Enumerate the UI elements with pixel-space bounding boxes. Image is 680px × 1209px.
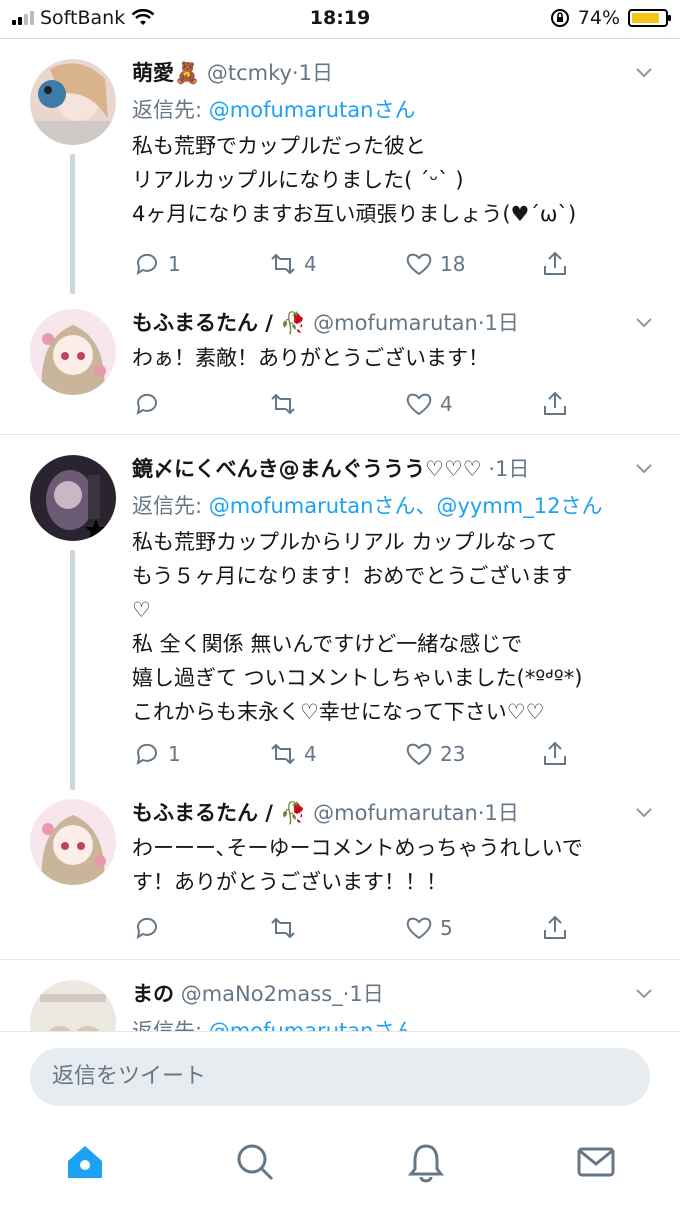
- tweet-actions: 1 4 23: [132, 739, 592, 773]
- reply-button[interactable]: [132, 389, 168, 419]
- display-name[interactable]: もふまるたん / 🥀: [132, 311, 306, 335]
- avatar[interactable]: [30, 799, 116, 885]
- display-name[interactable]: 鏡〆にくべんき@まんぐううう♡♡♡: [132, 457, 482, 481]
- tweet-actions: 4: [132, 389, 592, 423]
- retweet-button[interactable]: [268, 389, 304, 419]
- avatar[interactable]: [30, 309, 116, 395]
- rotation-lock-icon: [550, 9, 569, 27]
- tweet-text: わーーー､そーゆーコメントめっちゃうれしいで す！ありがとうございます！！！: [132, 836, 583, 894]
- retweet-icon: [271, 917, 295, 939]
- tweet[interactable]: まの @maNo2mass_·1日 返信先: @mofumarutanさん: [0, 960, 680, 1031]
- like-button[interactable]: 4: [404, 389, 453, 419]
- like-button[interactable]: 23: [404, 739, 465, 769]
- timestamp: 1日: [484, 311, 519, 335]
- tweet-actions: 1 4 18: [132, 249, 592, 283]
- share-button[interactable]: [540, 389, 570, 419]
- reply-icon: [136, 743, 157, 766]
- reply-button[interactable]: [132, 913, 168, 943]
- mention-link[interactable]: @mofumarutanさん: [209, 98, 416, 122]
- timestamp: 1日: [495, 457, 530, 481]
- user-handle[interactable]: @mofumarutan: [313, 311, 478, 335]
- timestamp: 1日: [349, 982, 384, 1006]
- mail-icon[interactable]: [575, 1141, 617, 1183]
- chevron-down-icon[interactable]: [636, 461, 652, 477]
- heart-icon: [406, 743, 432, 766]
- timestamp: 1日: [484, 801, 519, 825]
- bell-icon[interactable]: [405, 1141, 447, 1183]
- tweet-text: 私も荒野でカップルだった彼と リアルカップルになりました( ´ᵕ` ) 4ヶ月に…: [132, 134, 577, 226]
- tweet-text: わぁ！素敵！ありがとうございます！: [132, 346, 489, 370]
- share-icon: [544, 251, 566, 275]
- retweet-icon: [271, 743, 295, 765]
- avatar[interactable]: [30, 59, 116, 145]
- status-bar: SoftBank 18:19 74%: [0, 0, 680, 38]
- heart-icon: [406, 393, 432, 416]
- tweet[interactable]: もふまるたん / 🥀 @mofumarutan·1日 わぁ！素敵！ありがとうござ…: [0, 289, 680, 434]
- retweet-button[interactable]: 4: [268, 249, 317, 279]
- retweet-icon: [271, 393, 295, 415]
- tweet[interactable]: 鏡〆にくべんき@まんぐううう♡♡♡ ·1日 返信先: @mofumarutanさ…: [0, 435, 680, 790]
- display-name[interactable]: まの: [132, 982, 174, 1006]
- reply-context: 返信先: @mofumarutanさん: [132, 98, 416, 122]
- heart-icon: [406, 917, 432, 940]
- chevron-down-icon[interactable]: [636, 65, 652, 81]
- share-button[interactable]: [540, 913, 570, 943]
- mention-link[interactable]: @mofumarutanさん: [209, 1019, 416, 1031]
- reply-composer: 返信をツイート: [0, 1031, 680, 1122]
- retweet-icon: [271, 253, 295, 275]
- reply-icon: [136, 393, 157, 416]
- avatar[interactable]: [30, 980, 116, 1031]
- share-button[interactable]: [540, 739, 570, 769]
- tweet[interactable]: もふまるたん / 🥀 @mofumarutan·1日 わーーー､そーゆーコメント…: [0, 779, 680, 959]
- retweet-button[interactable]: [268, 913, 304, 943]
- reply-button[interactable]: 1: [132, 739, 181, 769]
- reply-icon: [136, 253, 157, 276]
- tweet-actions: 5: [132, 913, 592, 947]
- chevron-down-icon[interactable]: [636, 805, 652, 821]
- search-icon[interactable]: [234, 1141, 276, 1183]
- reply-context: 返信先: @mofumarutanさん: [132, 1015, 415, 1031]
- reply-icon: [136, 917, 157, 940]
- like-button[interactable]: 18: [404, 249, 465, 279]
- share-button[interactable]: [540, 249, 570, 279]
- display-name[interactable]: 萌愛🧸: [132, 61, 200, 85]
- display-name[interactable]: もふまるたん / 🥀: [132, 801, 306, 825]
- timestamp: 1日: [298, 61, 333, 85]
- user-handle[interactable]: @maNo2mass_: [181, 982, 343, 1006]
- tweet-text: 私も荒野カップルからリアル カップルなって もう５ヶ月になります！おめでとうござ…: [132, 530, 583, 724]
- tweet[interactable]: 萌愛🧸 @tcmky·1日 返信先: @mofumarutanさん 私も荒野でカ…: [0, 39, 680, 294]
- reply-button[interactable]: 1: [132, 249, 181, 279]
- user-handle[interactable]: @tcmky: [207, 61, 292, 85]
- reply-feed[interactable]: 萌愛🧸 @tcmky·1日 返信先: @mofumarutanさん 私も荒野でカ…: [0, 39, 680, 1031]
- chevron-down-icon[interactable]: [636, 986, 652, 1002]
- battery-percent: 74%: [577, 7, 620, 29]
- share-icon: [544, 915, 566, 939]
- heart-icon: [406, 253, 432, 276]
- share-icon: [544, 741, 566, 765]
- chevron-down-icon[interactable]: [636, 315, 652, 331]
- like-button[interactable]: 5: [404, 913, 453, 943]
- avatar[interactable]: [30, 455, 116, 541]
- retweet-button[interactable]: 4: [268, 739, 317, 769]
- mention-link[interactable]: @mofumarutanさん、@yymm_12さん: [209, 494, 603, 518]
- home-icon[interactable]: [64, 1141, 106, 1183]
- user-handle[interactable]: @mofumarutan: [313, 801, 478, 825]
- share-icon: [544, 391, 566, 415]
- reply-context: 返信先: @mofumarutanさん、@yymm_12さん: [132, 494, 603, 518]
- reply-input[interactable]: 返信をツイート: [30, 1048, 650, 1106]
- tab-bar: [0, 1121, 680, 1209]
- battery-icon: [628, 9, 671, 27]
